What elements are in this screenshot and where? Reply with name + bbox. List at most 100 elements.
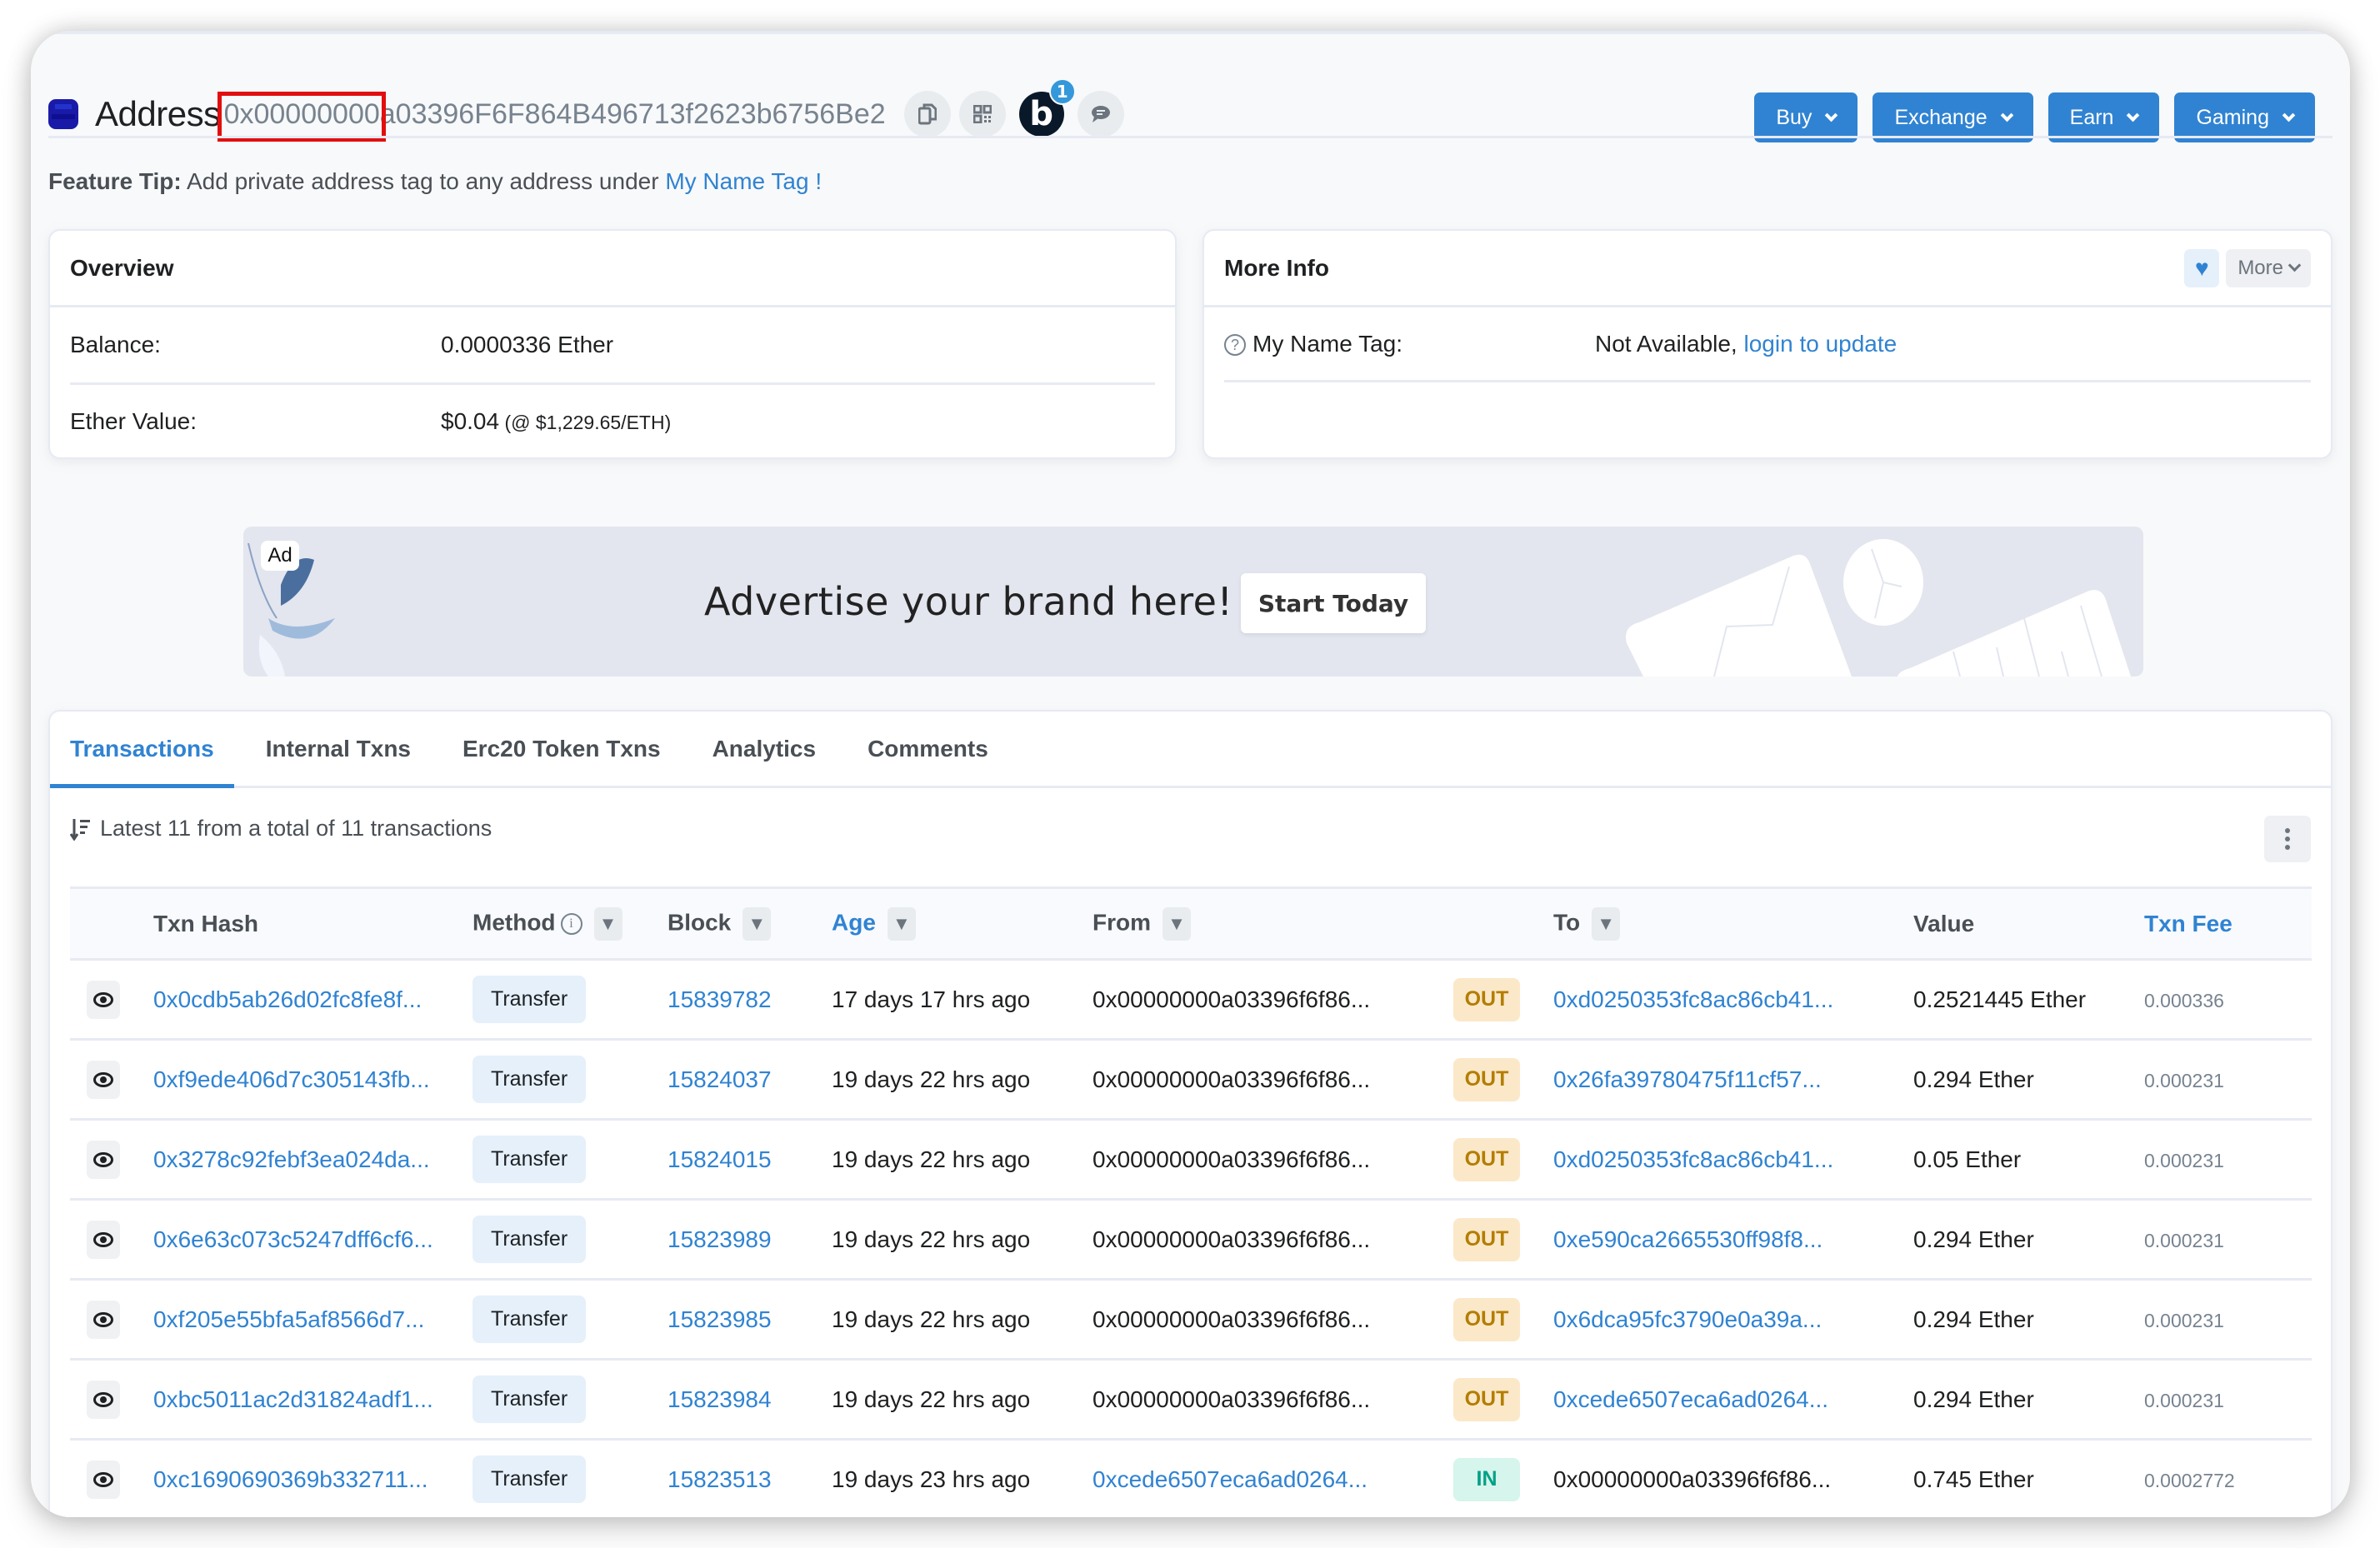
filter-age-button[interactable]: ▼ (887, 906, 916, 941)
block-link[interactable]: 15824015 (668, 1146, 772, 1172)
age-cell: 19 days 22 hrs ago (832, 1386, 1031, 1412)
notification-badge: 1 (1048, 78, 1076, 105)
filter-method-button[interactable]: ▼ (593, 906, 622, 941)
txn-fee: 0.000231 (2144, 1149, 2224, 1171)
eye-icon (93, 991, 113, 1007)
info-icon[interactable]: i (560, 912, 582, 935)
tab-transactions[interactable]: Transactions (50, 712, 234, 788)
txn-hash-cell: 0xbc5011ac2d31824adf1... (153, 1360, 472, 1440)
login-to-update-link[interactable]: login to update (1744, 331, 1898, 357)
to-address[interactable]: 0x6dca95fc3790e0a39a... (1553, 1306, 1822, 1332)
filter-block-button[interactable]: ▼ (742, 906, 772, 941)
txn-hash-link[interactable]: 0xbc5011ac2d31824adf1... (153, 1386, 433, 1412)
earn-dropdown[interactable]: Earn (2048, 92, 2160, 142)
eye-cell (70, 1440, 153, 1518)
header-to: To ▼ (1553, 888, 1913, 960)
txn-hash-link[interactable]: 0x6e63c073c5247dff6cf6... (153, 1226, 433, 1252)
block-link[interactable]: 15823984 (668, 1386, 772, 1412)
my-name-tag-link[interactable]: My Name Tag ! (665, 168, 822, 194)
method-badge: Transfer (472, 976, 587, 1023)
tab-analytics[interactable]: Analytics (692, 712, 837, 786)
to-address[interactable]: 0xe590ca2665530ff98f8... (1553, 1226, 1822, 1252)
filter-from-button[interactable]: ▼ (1162, 906, 1191, 941)
method-cell: Transfer (472, 1440, 668, 1518)
block-cell: 15823984 (668, 1360, 832, 1440)
value-cell: 0.05 Ether (1913, 1146, 2022, 1172)
summary-text: Latest 11 from a total of 11 transaction… (100, 816, 492, 841)
tab-erc20-token-txns[interactable]: Erc20 Token Txns (442, 712, 681, 786)
filter-icon: ▼ (892, 912, 911, 934)
header-age-toggle[interactable]: Age (832, 909, 876, 935)
address-value[interactable]: 0x00000000a03396F6F864B496713f2623b6756B… (217, 91, 886, 142)
start-today-button[interactable]: Start Today (1241, 573, 1426, 633)
direction-badge: IN (1453, 1457, 1520, 1501)
header-txn-fee[interactable]: Txn Fee (2144, 888, 2312, 960)
txn-fee: 0.000336 (2144, 989, 2224, 1011)
block-link[interactable]: 15824037 (668, 1066, 772, 1092)
header-method: Method i ▼ (472, 888, 668, 960)
value-cell: 0.294 Ether (1913, 1066, 2034, 1092)
ad-banner[interactable]: Advertise your brand here! Start Today (243, 527, 2143, 677)
balance-row: Balance: 0.0000336 Ether (70, 307, 1155, 382)
value-cell: 0.745 Ether (1913, 1466, 2034, 1492)
more-dropdown[interactable]: More (2226, 248, 2311, 287)
comment-button[interactable] (1077, 91, 1124, 137)
from-cell: 0x00000000a03396f6f86... (1092, 1120, 1453, 1200)
table-body: 0x0cdb5ab26d02fc8fe8f... Transfer 15839782… (70, 960, 2312, 1518)
to-address[interactable]: 0xd0250353fc8ac86cb41... (1553, 1146, 1833, 1172)
preview-button[interactable] (87, 980, 120, 1019)
more-info-card: More Info ♥ More ? My Name Tag: Not Avail… (1202, 229, 2332, 459)
preview-button[interactable] (87, 1060, 120, 1099)
transactions-table: Txn Hash Method i ▼ Block ▼ Age ▼ From ▼ To ▼ … (70, 886, 2312, 1517)
fee-cell: 0.000231 (2144, 1280, 2312, 1360)
tab-comments[interactable]: Comments (848, 712, 1008, 786)
gaming-dropdown[interactable]: Gaming (2174, 92, 2315, 142)
more-options-button[interactable] (2264, 816, 2311, 862)
tab-internal-txns[interactable]: Internal Txns (246, 712, 431, 786)
block-link[interactable]: 15823513 (668, 1466, 772, 1492)
preview-button[interactable] (87, 1460, 120, 1499)
preview-button[interactable] (87, 1380, 120, 1419)
chevron-down-icon (2127, 108, 2140, 122)
from-cell: 0x00000000a03396f6f86... (1092, 1280, 1453, 1360)
age-cell: 19 days 23 hrs ago (832, 1466, 1031, 1492)
to-address[interactable]: 0xd0250353fc8ac86cb41... (1553, 986, 1833, 1012)
txn-hash-link[interactable]: 0x3278c92febf3ea024da... (153, 1146, 430, 1172)
txn-hash-link[interactable]: 0x0cdb5ab26d02fc8fe8f... (153, 986, 422, 1012)
from-address: 0x00000000a03396f6f86... (1092, 986, 1371, 1012)
qr-code-button[interactable] (958, 91, 1006, 137)
filter-icon: ▼ (1168, 912, 1186, 934)
txn-hash-cell: 0xc1690690369b332711... (153, 1440, 472, 1518)
buy-dropdown[interactable]: Buy (1754, 92, 1858, 142)
block-link[interactable]: 15823985 (668, 1306, 772, 1332)
to-address[interactable]: 0x26fa39780475f11cf57... (1553, 1066, 1822, 1092)
ether-value: $0.04 (@ $1,229.65/ETH) (441, 408, 671, 435)
txn-hash-cell: 0x0cdb5ab26d02fc8fe8f... (153, 960, 472, 1040)
preview-button[interactable] (87, 1140, 120, 1179)
direction-badge: OUT (1453, 1377, 1520, 1421)
filter-to-button[interactable]: ▼ (1592, 906, 1621, 941)
table-row: 0xf9ede406d7c305143fb... Transfer 15824037… (70, 1040, 2312, 1120)
exchange-dropdown[interactable]: Exchange (1872, 92, 2033, 142)
txn-hash-link[interactable]: 0xf9ede406d7c305143fb... (153, 1066, 430, 1092)
preview-button[interactable] (87, 1300, 120, 1339)
preview-button[interactable] (87, 1220, 120, 1259)
header-from: From ▼ (1092, 888, 1453, 960)
eye-icon (93, 1471, 113, 1487)
feature-tip-text: Add private address tag to any address u… (181, 168, 666, 194)
blockscan-chat-button[interactable]: b 1 (1018, 78, 1076, 137)
txn-hash-link[interactable]: 0xc1690690369b332711... (153, 1466, 428, 1492)
copy-button[interactable] (903, 91, 951, 137)
header-block-label: Block (668, 908, 732, 935)
block-link[interactable]: 15823989 (668, 1226, 772, 1252)
favorite-button[interactable]: ♥ (2184, 248, 2220, 287)
txn-hash-link[interactable]: 0xf205e55bfa5af8566d7... (153, 1306, 424, 1332)
direction-badge: OUT (1453, 1057, 1520, 1101)
table-header-row: Txn Hash Method i ▼ Block ▼ Age ▼ From ▼ To ▼ … (70, 887, 2312, 960)
block-link[interactable]: 15839782 (668, 986, 772, 1012)
ad-label: Ad (261, 541, 299, 571)
to-address[interactable]: 0xcede6507eca6ad0264... (1553, 1386, 1828, 1412)
from-address[interactable]: 0xcede6507eca6ad0264... (1092, 1466, 1368, 1492)
txn-hash-cell: 0xf9ede406d7c305143fb... (153, 1040, 472, 1120)
eye-cell (70, 960, 153, 1040)
